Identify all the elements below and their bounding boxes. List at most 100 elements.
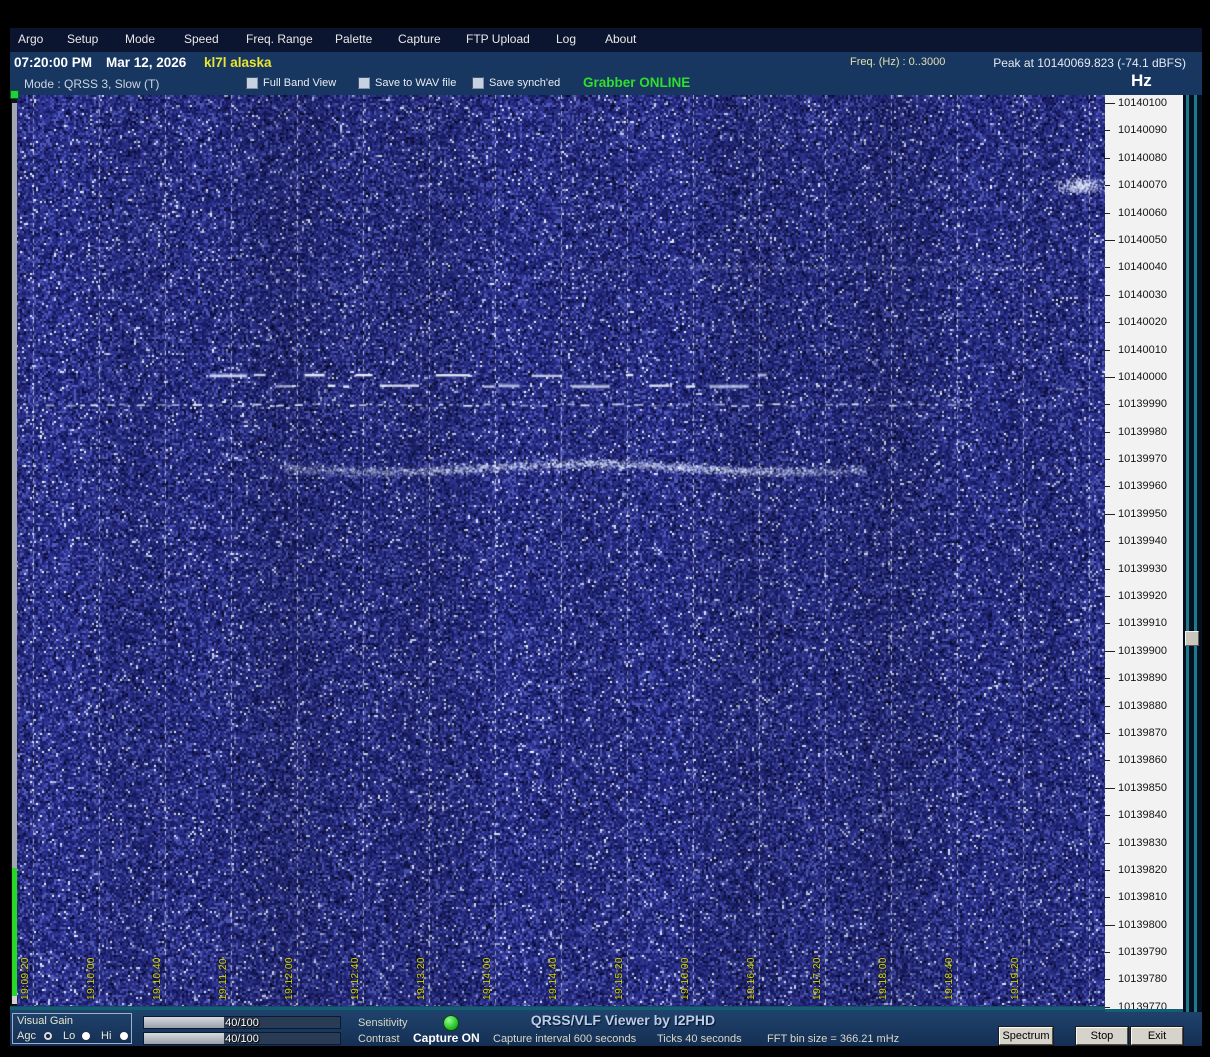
time-tick-label: 19:10:40 [152,957,163,1000]
grabber-online-status: Grabber ONLINE [583,75,691,90]
freq-tick-mark [1105,623,1110,625]
menu-item-log[interactable]: Log [556,32,576,46]
freq-tick-mark [1105,979,1110,981]
freq-tick-mark [1105,568,1110,570]
spectrogram-canvas[interactable] [14,95,1105,1006]
waterfall-bottom-border [10,1007,1105,1010]
freq-tick-mark [1105,212,1110,214]
time-tick-label: 19:18:00 [878,957,889,1000]
menu-item-capture[interactable]: Capture [398,32,441,46]
freq-tick-label: 10139830 [1118,836,1167,849]
freq-scrollbar-thumb[interactable] [1185,631,1199,646]
freq-tick-mark [1105,924,1115,926]
hi-radio[interactable] [119,1031,129,1041]
meter-end-cap [12,996,17,1004]
menu-item-speed[interactable]: Speed [184,32,219,46]
freq-tick-label: 10140000 [1118,370,1167,383]
menu-item-mode[interactable]: Mode [125,32,155,46]
ticks-label: Ticks 40 seconds [657,1033,742,1045]
freq-tick-label: 10139820 [1118,863,1167,876]
freq-tick-label: 10140030 [1118,288,1167,301]
freq-tick-mark [1105,897,1110,899]
freq-tick-mark [1105,404,1110,406]
save-wav-checkbox[interactable] [358,77,370,89]
freq-tick-label: 10139840 [1118,809,1167,822]
freq-tick-mark [1105,787,1115,789]
time-tick-label: 19:15:20 [614,957,625,1000]
freq-tick-mark [1105,239,1115,241]
hi-radio-label: Hi [101,1030,112,1042]
freq-tick-label: 10140010 [1118,343,1167,356]
bottom-control-bar: Visual Gain Agc Lo Hi 40/100 40/100 Sens… [10,1006,1202,1046]
freq-tick-label: 10139950 [1118,507,1167,520]
contrast-slider[interactable]: 40/100 [143,1032,341,1045]
time-tick-label: 19:16:00 [680,957,691,1000]
freq-tick-label: 10139870 [1118,726,1167,739]
menu-item-about[interactable]: About [605,32,636,46]
meter-green-segment [12,868,17,996]
meter-gray-segment [12,103,17,868]
time-tick-label: 19:19:20 [1010,957,1021,1000]
menu-item-ftp-upload[interactable]: FTP Upload [466,32,530,46]
agc-radio[interactable] [43,1031,53,1041]
contrast-label: Contrast [358,1033,400,1045]
time-tick-label: 19:16:40 [746,957,757,1000]
freq-tick-label: 10139880 [1118,699,1167,712]
freq-tick-label: 10140100 [1118,97,1167,109]
freq-tick-label: 10139780 [1118,973,1167,986]
freq-tick-label: 10139800 [1118,918,1167,931]
lo-radio-label: Lo [63,1030,76,1042]
save-synched-checkbox[interactable] [472,77,484,89]
capture-interval-label: Capture interval 600 seconds [493,1033,637,1045]
freq-tick-mark [1105,705,1110,707]
freq-tick-label: 10139900 [1118,644,1167,657]
freq-tick-label: 10139980 [1118,425,1167,438]
freq-tick-mark [1105,732,1110,734]
time-tick-label: 19:12:00 [284,957,295,1000]
scrollbar-track-line [1186,95,1189,1012]
freq-tick-label: 10139770 [1118,1000,1167,1012]
freq-tick-mark [1105,486,1110,488]
capture-led-indicator [443,1015,459,1031]
lo-radio[interactable] [81,1031,91,1041]
freq-tick-mark [1105,157,1110,159]
freq-tick-mark [1105,760,1110,762]
stop-button[interactable]: Stop [1075,1026,1129,1046]
exit-button[interactable]: Exit [1130,1026,1184,1046]
spectrogram-area: 19:09:20 19:10:00 19:10:40 19:11:20 19:12:00… [14,95,1105,1006]
freq-tick-mark [1105,376,1115,378]
freq-tick-label: 10139810 [1118,891,1167,904]
freq-tick-mark [1105,869,1110,871]
peak-readout: Peak at 10140069.823 (-74.1 dBFS) [993,56,1186,70]
freq-tick-mark [1105,815,1110,817]
menu-item-palette[interactable]: Palette [335,32,372,46]
time-tick-label: 19:11:20 [218,957,229,1000]
freq-tick-label: 10140060 [1118,206,1167,219]
freq-tick-label: 10139850 [1118,781,1167,794]
time-tick-label: 19:13:20 [416,957,427,1000]
sensitivity-slider-value: 40/100 [225,1017,259,1029]
fft-bin-label: FFT bin size = 366.21 mHz [767,1033,900,1045]
time-tick-label: 19:14:00 [482,957,493,1000]
freq-tick-label: 10140020 [1118,316,1167,329]
menu-item-argo[interactable]: Argo [18,32,43,46]
time-tick-label: 19:09:20 [20,957,31,1000]
menu-item-freq-range[interactable]: Freq. Range [246,32,313,46]
sensitivity-slider[interactable]: 40/100 [143,1016,341,1029]
freq-tick-mark [1105,349,1110,351]
freq-tick-label: 10139940 [1118,535,1167,548]
freq-tick-label: 10139960 [1118,480,1167,493]
visual-gain-title: Visual Gain [17,1015,74,1027]
freq-tick-label: 10139930 [1118,562,1167,575]
menu-item-setup[interactable]: Setup [67,32,98,46]
full-band-view-checkbox[interactable] [246,77,258,89]
save-wav-label: Save to WAV file [375,77,457,89]
clock-time: 07:20:00 PM [14,55,93,70]
spectrum-button[interactable]: Spectrum [998,1026,1054,1046]
freq-tick-label: 10139970 [1118,453,1167,466]
freq-tick-mark [1105,952,1110,954]
freq-tick-label: 10140090 [1118,124,1167,137]
contrast-slider-value: 40/100 [225,1033,259,1045]
freq-tick-mark [1105,842,1110,844]
freq-tick-label: 10139910 [1118,617,1167,630]
